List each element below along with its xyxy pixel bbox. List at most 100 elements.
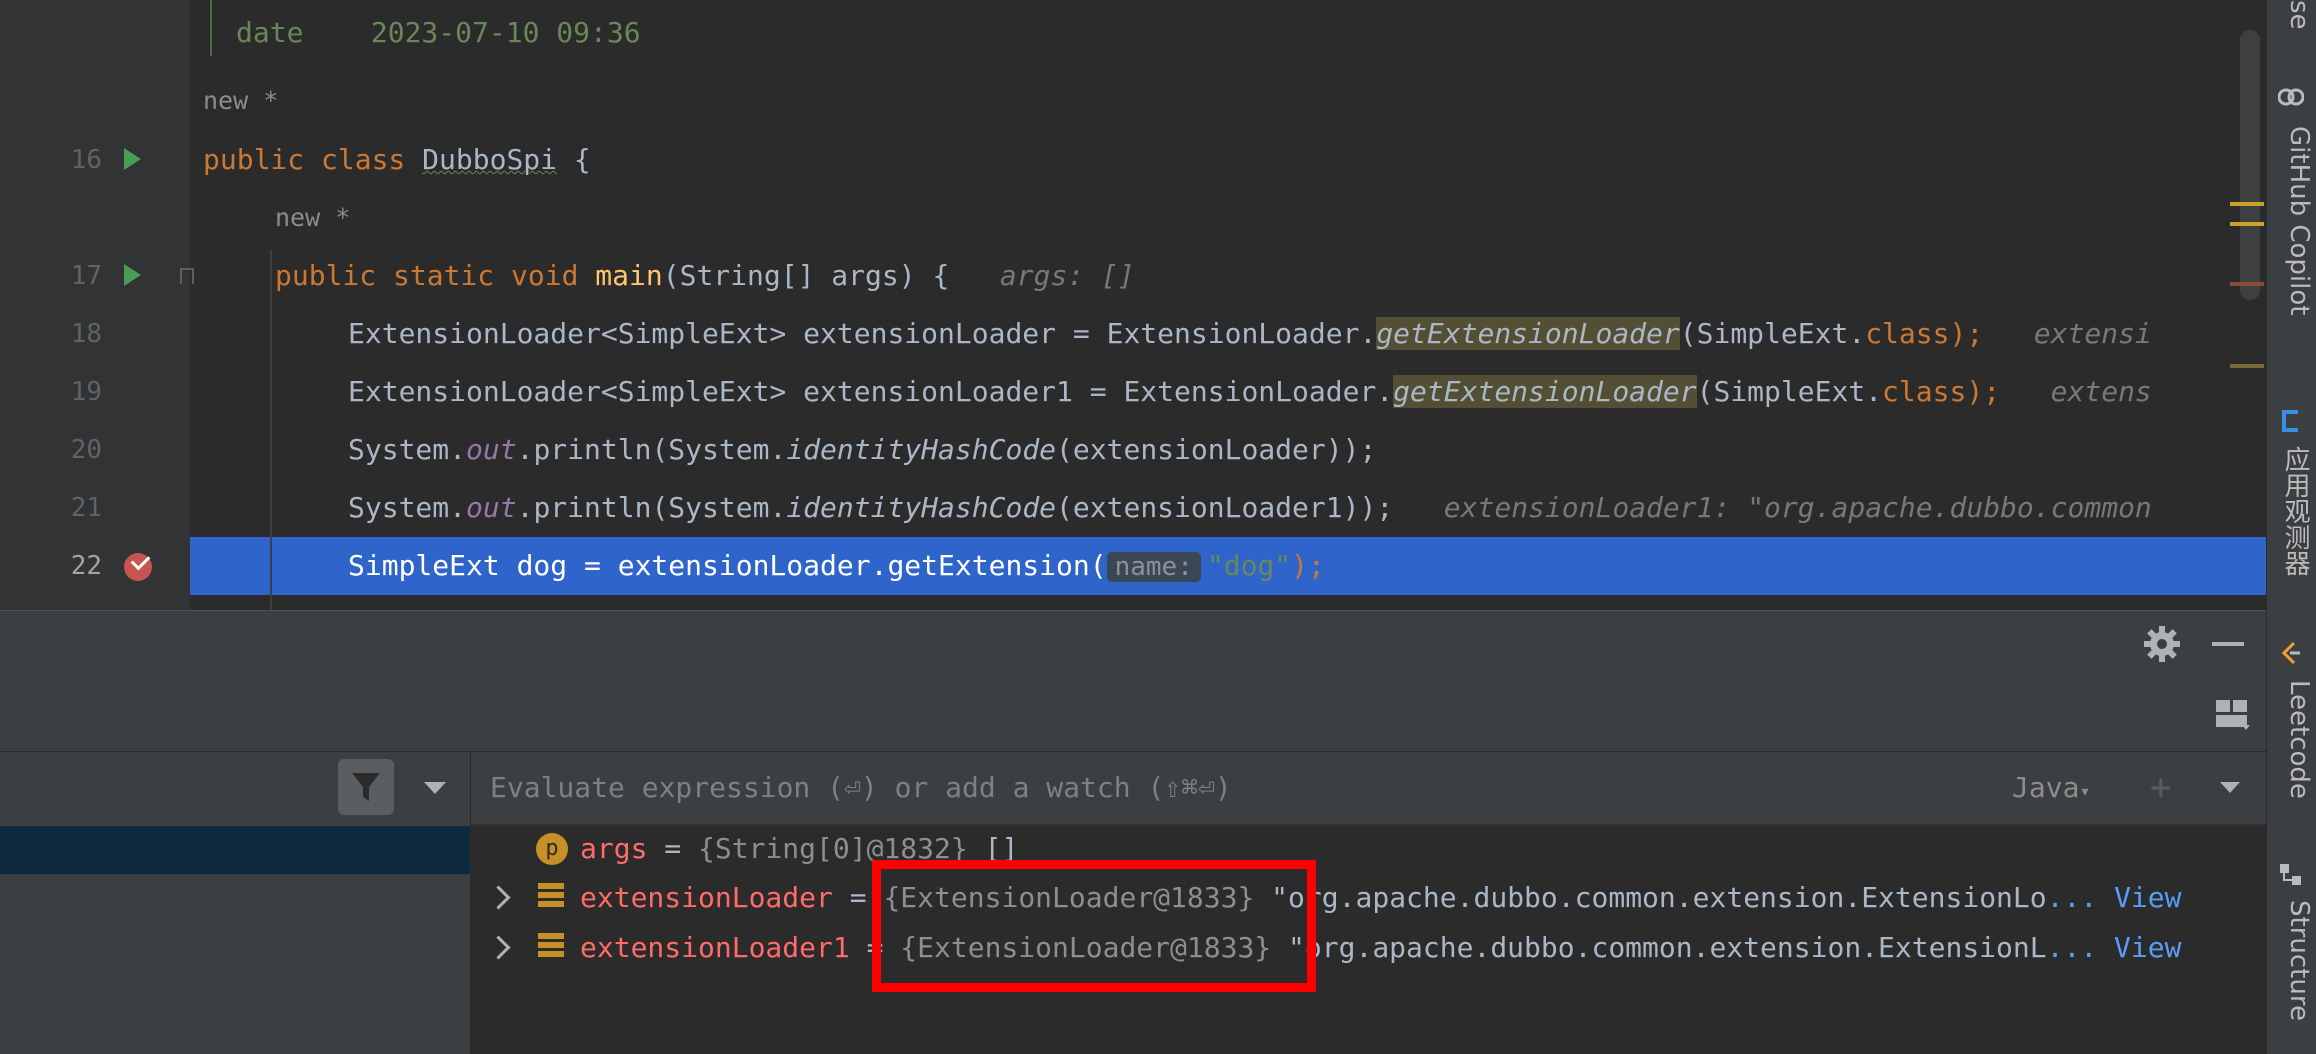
keyword: public static void	[275, 259, 596, 292]
code-text: (SimpleExt.	[1679, 317, 1866, 350]
parameter-hint: name:	[1106, 552, 1201, 582]
run-icon[interactable]	[124, 148, 141, 170]
error-stripe-mark[interactable]	[2230, 364, 2264, 368]
field-icon	[538, 933, 564, 963]
method-name: main	[595, 259, 663, 292]
run-icon[interactable]	[124, 264, 141, 286]
line-number: 21	[70, 493, 102, 523]
tool-window-leetcode[interactable]: Leetcode	[2270, 680, 2314, 810]
error-stripe-mark[interactable]	[2230, 202, 2264, 206]
line-number: 18	[70, 319, 102, 349]
add-watch-icon[interactable]: +	[2150, 770, 2172, 806]
view-link[interactable]: ... View	[2047, 881, 2182, 914]
variable-value: "org.apache.dubbo.common.extension.Exten…	[1254, 881, 2047, 914]
minimize-icon[interactable]	[2212, 642, 2244, 646]
error-stripe-mark[interactable]	[2230, 282, 2264, 286]
code-text: .println(System.	[516, 491, 787, 524]
keyword: public class	[203, 143, 423, 176]
tool-window-tab[interactable]: se	[2270, 0, 2314, 40]
variable-name: extensionLoader	[580, 881, 833, 914]
code-line-22: SimpleExt dog = extensionLoader.getExten…	[348, 537, 1325, 595]
parameter-icon: p	[536, 833, 568, 865]
code-line-20: System.out.println(System.identityHashCo…	[348, 421, 1376, 479]
leetcode-icon	[2281, 641, 2300, 665]
keyword: class	[1882, 375, 1967, 408]
code-text: );	[1291, 549, 1325, 582]
editor-scrollbar[interactable]	[2240, 30, 2260, 300]
static-field: out	[466, 491, 517, 524]
code-line-18: ExtensionLoader<SimpleExt> extensionLoad…	[348, 305, 2152, 363]
static-field: out	[466, 433, 517, 466]
code-line-19: ExtensionLoader<SimpleExt> extensionLoad…	[348, 363, 2152, 421]
class-name[interactable]: DubboSpi	[422, 143, 557, 176]
variable-name: args	[580, 832, 648, 865]
string-literal: "dog"	[1206, 549, 1292, 582]
code-line-21: System.out.println(System.identityHashCo…	[348, 479, 2152, 537]
code-text: (SimpleExt.	[1696, 375, 1883, 408]
language-label: Java	[2012, 771, 2080, 804]
layout-settings-icon[interactable]	[2216, 700, 2250, 730]
selected-frame[interactable]	[0, 826, 470, 874]
structure-icon	[2280, 864, 2301, 885]
code-line-17: public static void main(String[] args) {…	[275, 247, 1135, 305]
line-number: 22	[70, 551, 102, 581]
indent-guide	[210, 0, 212, 56]
line-number: 16	[70, 145, 102, 175]
gear-icon[interactable]	[2142, 624, 2182, 664]
code-text: (String[] args) {	[662, 259, 950, 292]
tool-window-structure[interactable]: Structure	[2270, 900, 2314, 1040]
inline-debug-value: extensi	[2033, 317, 2152, 350]
keyword: class	[1865, 317, 1950, 350]
method-call: getExtensionLoader	[1376, 317, 1680, 350]
code-text: (extensionLoader));	[1056, 433, 1377, 466]
method-call: identityHashCode	[786, 491, 1057, 524]
inline-debug-value: extensionLoader1: "org.apache.dubbo.comm…	[1443, 491, 2152, 524]
highlight-box	[872, 860, 1316, 992]
equals-sign: =	[647, 832, 699, 865]
code-text: System.	[348, 433, 467, 466]
code-text: ExtensionLoader<SimpleExt> extensionLoad…	[348, 317, 1377, 350]
indent-guide	[270, 250, 272, 610]
left-tool-strip	[0, 0, 56, 610]
line-number: 17	[70, 261, 102, 291]
line-number: 20	[70, 435, 102, 465]
author-hint[interactable]: new *	[203, 72, 278, 130]
chevron-down-icon[interactable]	[2220, 782, 2240, 793]
field-icon	[538, 883, 564, 913]
inline-debug-value: extens	[2050, 375, 2152, 408]
method-call: getExtensionLoader	[1393, 375, 1697, 408]
variable-name: extensionLoader1	[580, 931, 850, 964]
chevron-down-icon[interactable]	[424, 782, 446, 794]
code-text: );	[1966, 375, 2001, 408]
variable-row[interactable]: extensionLoader = {ExtensionLoader@1833}…	[580, 873, 2182, 923]
code-text: SimpleExt dog = extensionLoader.getExten…	[348, 549, 1107, 582]
observer-icon	[2282, 410, 2298, 432]
copilot-icon	[2278, 88, 2304, 106]
chevron-down-icon: ▾	[2079, 781, 2091, 802]
code-line-16: public class DubboSpi {	[203, 131, 591, 189]
filter-button[interactable]	[338, 759, 394, 815]
code-text: ExtensionLoader<SimpleExt> extensionLoad…	[348, 375, 1394, 408]
fold-icon[interactable]	[180, 268, 194, 284]
author-hint[interactable]: new *	[275, 189, 350, 247]
view-link[interactable]: ... View	[2047, 931, 2182, 964]
debug-toolbar	[0, 610, 2266, 680]
javadoc-date: date 2023-07-10 09:36	[236, 16, 641, 49]
code-text: {	[557, 143, 591, 176]
inline-debug-value: args: []	[999, 259, 1135, 292]
code-text: );	[1949, 317, 1984, 350]
error-stripe-mark[interactable]	[2230, 222, 2264, 226]
line-number: 19	[70, 377, 102, 407]
frames-panel[interactable]	[0, 752, 471, 1054]
method-call: identityHashCode	[786, 433, 1057, 466]
variable-value: "org.apache.dubbo.common.extension.Exten…	[1271, 931, 2047, 964]
filter-icon	[352, 773, 380, 801]
tool-window-github-copilot[interactable]: GitHub Copilot	[2270, 126, 2314, 346]
code-text: System.	[348, 491, 467, 524]
evaluate-expression-input[interactable]: Evaluate expression (⏎) or add a watch (…	[490, 752, 1790, 824]
code-text: .println(System.	[516, 433, 787, 466]
debug-subtoolbar	[0, 679, 2266, 752]
variable-row[interactable]: extensionLoader1 = {ExtensionLoader@1833…	[580, 923, 2181, 973]
tool-window-app-observer[interactable]: 应用观测器	[2270, 446, 2314, 596]
language-selector[interactable]: Java▾	[2012, 752, 2090, 824]
